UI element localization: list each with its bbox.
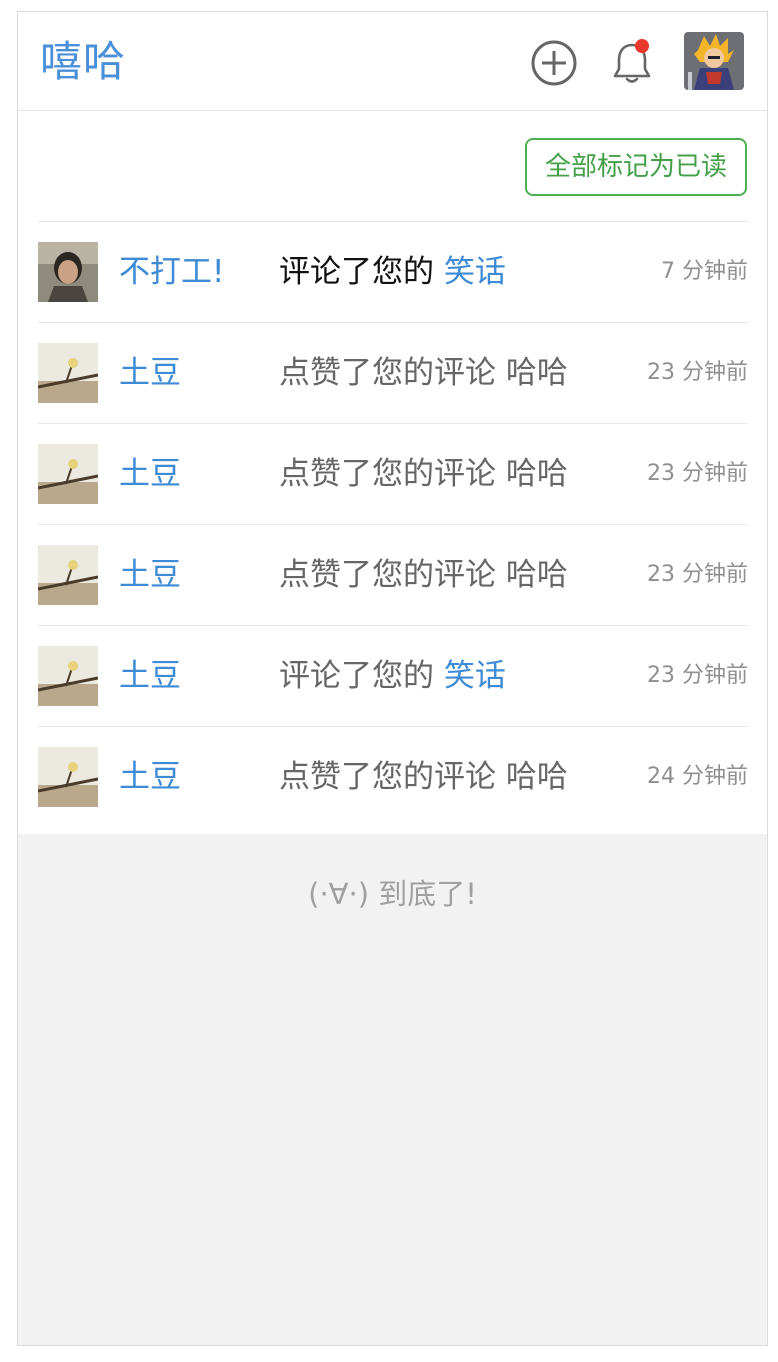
- avatar[interactable]: [38, 545, 98, 605]
- avatar[interactable]: [38, 747, 98, 807]
- end-of-list-text: (·∀·) 到底了!: [308, 877, 477, 911]
- notification-target-text: 哈哈: [505, 759, 568, 795]
- notification-action: 评论了您的 笑话: [279, 250, 506, 294]
- notification-user-link[interactable]: 土豆: [119, 553, 181, 597]
- notification-target-text: 哈哈: [505, 557, 568, 593]
- notification-action-text: 点赞了您的评论: [279, 355, 496, 391]
- user-avatar[interactable]: [684, 32, 744, 90]
- app-frame: 嘻哈 全部标记为已读 不打工! 评论了您的 笑话 7 分钟前 土豆 点赞了您的评…: [17, 11, 768, 1346]
- notification-user-link[interactable]: 土豆: [119, 351, 181, 395]
- notification-action: 点赞了您的评论 哈哈: [279, 452, 568, 496]
- notification-time: 23 分钟前: [647, 663, 748, 688]
- notification-row[interactable]: 土豆 点赞了您的评论 哈哈 23 分钟前: [38, 423, 748, 524]
- notification-time: 23 分钟前: [647, 360, 748, 385]
- notification-panel: 全部标记为已读 不打工! 评论了您的 笑话 7 分钟前 土豆 点赞了您的评论 哈…: [18, 111, 767, 834]
- bell-icon[interactable]: [607, 38, 657, 88]
- notification-action-text: 点赞了您的评论: [279, 456, 496, 492]
- notification-action-text: 评论了您的: [279, 658, 434, 694]
- notification-target-text: 哈哈: [505, 355, 568, 391]
- notification-time: 23 分钟前: [647, 461, 748, 486]
- notification-user-link[interactable]: 土豆: [119, 654, 181, 698]
- notification-target-link[interactable]: 笑话: [444, 254, 506, 290]
- notification-time: 7 分钟前: [661, 259, 748, 284]
- notification-target-text: 哈哈: [505, 456, 568, 492]
- notification-target-link[interactable]: 笑话: [444, 658, 506, 694]
- avatar[interactable]: [38, 242, 98, 302]
- notification-action-text: 点赞了您的评论: [279, 557, 496, 593]
- notification-user-link[interactable]: 不打工!: [119, 250, 224, 294]
- notification-row[interactable]: 不打工! 评论了您的 笑话 7 分钟前: [38, 221, 748, 322]
- notification-action-text: 点赞了您的评论: [279, 759, 496, 795]
- notification-time: 24 分钟前: [647, 764, 748, 789]
- notification-action: 点赞了您的评论 哈哈: [279, 755, 568, 799]
- plus-circle-icon[interactable]: [529, 38, 579, 88]
- top-header: 嘻哈: [18, 12, 767, 111]
- notification-user-link[interactable]: 土豆: [119, 452, 181, 496]
- brand-logo[interactable]: 嘻哈: [40, 34, 126, 90]
- mark-all-read-button[interactable]: 全部标记为已读: [525, 138, 747, 196]
- notification-action-text: 评论了您的: [279, 254, 434, 290]
- notification-list: 不打工! 评论了您的 笑话 7 分钟前 土豆 点赞了您的评论 哈哈 23 分钟前…: [38, 221, 748, 827]
- notification-action: 点赞了您的评论 哈哈: [279, 351, 568, 395]
- avatar[interactable]: [38, 646, 98, 706]
- notification-action: 点赞了您的评论 哈哈: [279, 553, 568, 597]
- notification-time: 23 分钟前: [647, 562, 748, 587]
- notification-row[interactable]: 土豆 点赞了您的评论 哈哈 24 分钟前: [38, 726, 748, 827]
- notification-row[interactable]: 土豆 点赞了您的评论 哈哈 23 分钟前: [38, 322, 748, 423]
- notification-user-link[interactable]: 土豆: [119, 755, 181, 799]
- notification-row[interactable]: 土豆 评论了您的 笑话 23 分钟前: [38, 625, 748, 726]
- avatar[interactable]: [38, 444, 98, 504]
- avatar[interactable]: [38, 343, 98, 403]
- notification-row[interactable]: 土豆 点赞了您的评论 哈哈 23 分钟前: [38, 524, 748, 625]
- notification-badge: [635, 39, 649, 53]
- notification-action: 评论了您的 笑话: [279, 654, 506, 698]
